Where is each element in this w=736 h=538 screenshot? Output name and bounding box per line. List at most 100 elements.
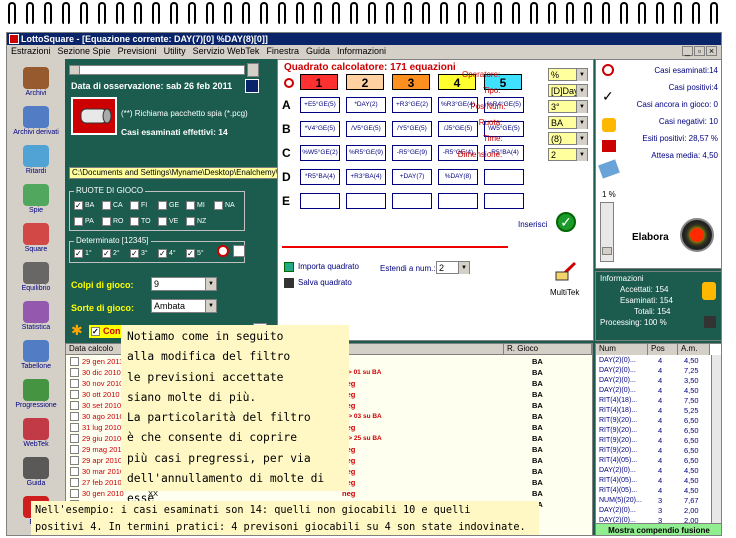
- ruota-ba[interactable]: BA: [74, 200, 102, 212]
- equation-cell[interactable]: *DAY(2): [346, 97, 386, 113]
- gear-icon[interactable]: ✱: [71, 323, 85, 337]
- option-select[interactable]: BA ▼: [548, 116, 588, 129]
- column-header[interactable]: Num: [596, 344, 648, 355]
- multitek-label[interactable]: MultiTek: [550, 288, 579, 297]
- chevron-down-icon[interactable]: ▼: [576, 117, 587, 129]
- option-select[interactable]: (8) ▼: [548, 132, 588, 145]
- ruota-checkbox[interactable]: [186, 216, 195, 226]
- equation-row[interactable]: DAY(2)(0)... 3 2,00: [596, 506, 710, 516]
- equations-scrollbar[interactable]: [711, 355, 721, 535]
- equation-row[interactable]: DAY(2)(0)... 4 4,50: [596, 386, 710, 396]
- date-picker-icon[interactable]: [245, 79, 259, 93]
- row-checkbox[interactable]: [70, 401, 79, 410]
- chevron-down-icon[interactable]: ▼: [205, 278, 216, 290]
- sidebar-item-archivi-derivati[interactable]: Archivi derivati: [7, 106, 65, 136]
- chevron-down-icon[interactable]: ▼: [576, 101, 587, 113]
- save-icon[interactable]: [284, 278, 294, 288]
- equation-cell[interactable]: +DAY(7): [392, 169, 432, 185]
- chevron-down-icon[interactable]: ▼: [205, 300, 216, 312]
- equation-row[interactable]: RIT(4)(05)... 4 6,50: [596, 456, 710, 466]
- path-field[interactable]: C:\Documents and Settings\Myname\Desktop…: [69, 167, 279, 179]
- equation-cell[interactable]: [346, 193, 386, 209]
- ruota-checkbox[interactable]: [158, 216, 167, 226]
- ruota-ro[interactable]: RO: [102, 216, 130, 228]
- equation-cell[interactable]: +R3°BA(4): [346, 169, 386, 185]
- sidebar-item-equilibrio[interactable]: Equilibrio: [7, 262, 65, 292]
- ruota-checkbox[interactable]: [186, 200, 195, 210]
- equation-cell[interactable]: [484, 193, 524, 209]
- menu-item-servizio-webtek[interactable]: Servizio WebTek: [193, 46, 260, 56]
- row-checkbox[interactable]: [70, 368, 79, 377]
- column-header[interactable]: A.m.: [678, 344, 710, 355]
- multitek-icon[interactable]: [554, 258, 578, 282]
- sidebar-item-progressione[interactable]: Progressione: [7, 379, 65, 409]
- minimize-icon[interactable]: _: [682, 46, 693, 56]
- ruota-checkbox[interactable]: [158, 200, 167, 210]
- equation-cell[interactable]: +R3°GE(2): [392, 97, 432, 113]
- determinato-checkbox[interactable]: [130, 248, 139, 258]
- ruota-ge[interactable]: GE: [158, 200, 186, 212]
- menu-item-informazioni[interactable]: Informazioni: [337, 46, 386, 56]
- sidebar-item-guida[interactable]: Guida: [7, 457, 65, 487]
- save-icon[interactable]: [704, 316, 716, 328]
- insert-check-button[interactable]: ✓: [556, 212, 576, 232]
- determinato-checkbox[interactable]: [186, 248, 195, 258]
- equation-cell[interactable]: *V4°GE(5): [300, 121, 340, 137]
- equation-cell[interactable]: %DAY(8): [438, 169, 478, 185]
- equation-row[interactable]: RIT(9)(20)... 4 6,50: [596, 446, 710, 456]
- equation-row[interactable]: DAY(2)(0)... 4 4,50: [596, 466, 710, 476]
- reset-icon[interactable]: [602, 64, 614, 76]
- colpi-select[interactable]: 9 ▼: [151, 277, 217, 291]
- chevron-down-icon[interactable]: ▼: [576, 133, 587, 145]
- row-checkbox[interactable]: [70, 445, 79, 454]
- row-checkbox[interactable]: [70, 423, 79, 432]
- equation-row[interactable]: RIT(4)(18)... 4 7,50: [596, 396, 710, 406]
- sorte-select[interactable]: Ambata ▼: [151, 299, 217, 313]
- save-square-link[interactable]: Salva quadrato: [298, 278, 352, 287]
- ruota-checkbox[interactable]: [130, 200, 139, 210]
- scroll-thumb[interactable]: [70, 66, 80, 74]
- equation-cell[interactable]: -R5°GE(9): [392, 145, 432, 161]
- ruota-checkbox[interactable]: [214, 200, 223, 210]
- ruota-checkbox[interactable]: [102, 216, 111, 226]
- option-select[interactable]: [D]Day ▼: [548, 84, 588, 97]
- sidebar-item-webtek[interactable]: WebTek: [7, 418, 65, 448]
- equation-cell[interactable]: [484, 169, 524, 185]
- row-checkbox[interactable]: [70, 456, 79, 465]
- percent-slider[interactable]: [600, 202, 614, 262]
- date-scrollbar[interactable]: [69, 65, 245, 75]
- conditions-checkbox[interactable]: [91, 327, 100, 336]
- spy-packet-button[interactable]: [71, 97, 117, 135]
- option-select[interactable]: % ▼: [548, 68, 588, 81]
- column-header[interactable]: Pos: [648, 344, 678, 355]
- ruota-checkbox[interactable]: [74, 200, 83, 210]
- menu-item-previsioni[interactable]: Previsioni: [118, 46, 157, 56]
- equation-row[interactable]: NUM(5)(20)... 3 7,67: [596, 496, 710, 506]
- slider-thumb[interactable]: [602, 247, 612, 255]
- equation-cell[interactable]: %R5°GE(9): [346, 145, 386, 161]
- extend-select[interactable]: 2 ▼: [436, 261, 470, 274]
- row-checkbox[interactable]: [70, 412, 79, 421]
- equation-cell[interactable]: /V5°GE(5): [346, 121, 386, 137]
- show-fusion-button[interactable]: Mostra compendio fusione: [595, 523, 721, 535]
- determinato-checkbox[interactable]: [102, 248, 111, 258]
- column-header[interactable]: R. Gioco: [504, 344, 592, 355]
- ruota-checkbox[interactable]: [130, 216, 139, 226]
- column-button-1[interactable]: 1: [300, 74, 338, 90]
- row-checkbox[interactable]: [70, 467, 79, 476]
- determinato-checkbox[interactable]: [74, 248, 83, 258]
- equation-row[interactable]: RIT(4)(05)... 4 4,50: [596, 476, 710, 486]
- sidebar-item-ritardi[interactable]: Ritardi: [7, 145, 65, 175]
- equation-row[interactable]: RIT(9)(20)... 4 6,50: [596, 436, 710, 446]
- option-select[interactable]: 3° ▼: [548, 100, 588, 113]
- equation-cell[interactable]: [392, 193, 432, 209]
- sidebar-item-archivi[interactable]: Archivi: [7, 67, 65, 97]
- equation-cell[interactable]: [438, 193, 478, 209]
- menu-item-utility[interactable]: Utility: [164, 46, 186, 56]
- sidebar-item-statistica[interactable]: Statistica: [7, 301, 65, 331]
- determinato-1[interactable]: 1°: [74, 248, 102, 260]
- restore-icon[interactable]: ▫: [694, 46, 705, 56]
- determinato-5[interactable]: 5°: [186, 248, 214, 260]
- ruota-ve[interactable]: VE: [158, 216, 186, 228]
- ruota-pa[interactable]: PA: [74, 216, 102, 228]
